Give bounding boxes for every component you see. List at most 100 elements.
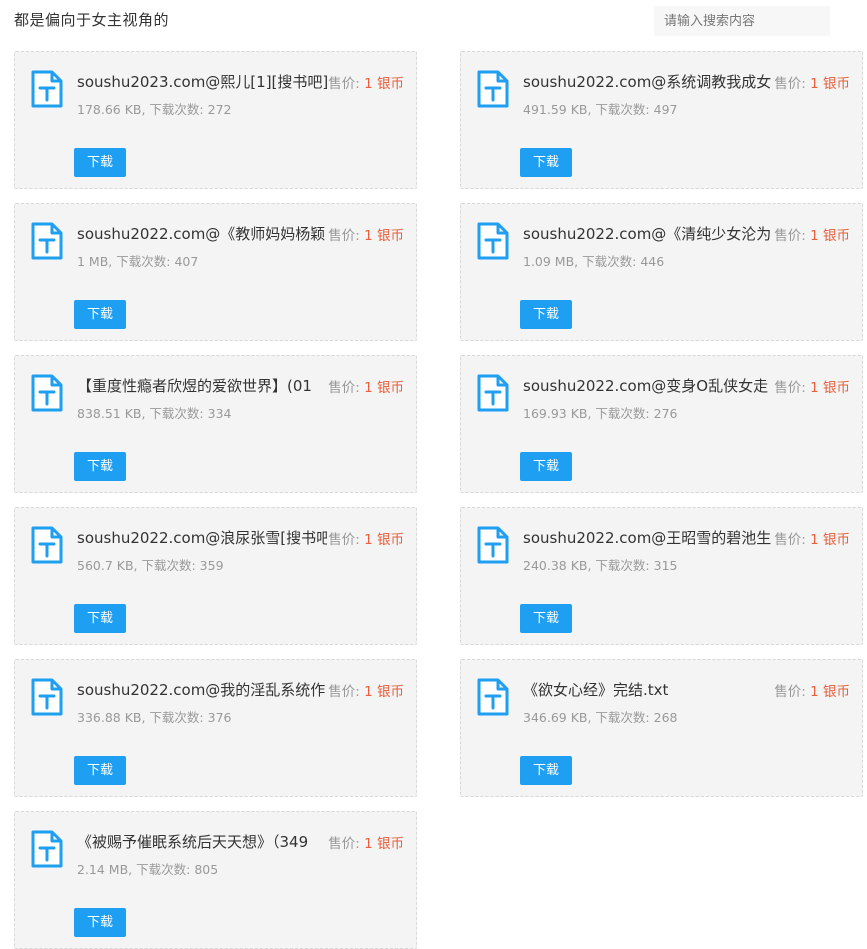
price: 售价: 1 银币 — [774, 680, 850, 700]
download-button[interactable]: 下载 — [74, 148, 126, 177]
price-amount: 1 银币 — [810, 532, 850, 548]
price: 售价: 1 银币 — [774, 224, 850, 244]
file-name[interactable]: soushu2022.com@《教师妈妈杨颖 — [77, 223, 327, 245]
download-count: 315 — [653, 558, 678, 573]
price-amount: 1 银币 — [810, 684, 850, 700]
file-size: 346.69 KB — [523, 710, 588, 725]
downloads-label: , 下载次数: — [574, 254, 641, 269]
file-meta: 1.09 MB, 下载次数: 446 — [523, 251, 664, 270]
downloads-label: , 下载次数: — [587, 558, 654, 573]
file-name[interactable]: 【重度性瘾者欣煜的爱欲世界】(01 — [77, 375, 327, 397]
download-count: 334 — [207, 406, 232, 421]
download-count: 276 — [653, 406, 678, 421]
downloads-label: , 下载次数: — [587, 102, 654, 117]
price-amount: 1 银币 — [810, 228, 850, 244]
download-button[interactable]: 下载 — [74, 756, 126, 785]
downloads-label: , 下载次数: — [587, 710, 654, 725]
top-bar: 都是偏向于女主视角的 — [0, 0, 867, 42]
text-file-icon — [477, 526, 509, 564]
file-card: soushu2022.com@《清纯少女沦为 1.09 MB, 下载次数: 446… — [460, 203, 863, 341]
price: 售价: 1 银币 — [774, 528, 850, 548]
file-name[interactable]: soushu2022.com@我的淫乱系统作 — [77, 679, 327, 701]
file-name[interactable]: 《被赐予催眠系统后天天想》（349 — [77, 831, 327, 853]
download-count: 407 — [174, 254, 199, 269]
file-size: 491.59 KB — [523, 102, 588, 117]
file-card: soushu2022.com@王昭雪的碧池生 240.38 KB, 下载次数: 3… — [460, 507, 863, 645]
downloads-label: , 下载次数: — [141, 406, 208, 421]
file-name[interactable]: soushu2023.com@熙儿[1][搜书吧] — [77, 71, 327, 93]
download-button[interactable]: 下载 — [520, 604, 572, 633]
price: 售价: 1 银币 — [774, 376, 850, 396]
text-file-icon — [31, 374, 63, 412]
file-name[interactable]: soushu2022.com@系统调教我成女 — [523, 71, 773, 93]
file-meta: 336.88 KB, 下载次数: 376 — [77, 707, 231, 726]
price-amount: 1 银币 — [810, 76, 850, 92]
page-title: 都是偏向于女主视角的 — [14, 11, 170, 29]
file-card: soushu2022.com@《教师妈妈杨颖 1 MB, 下载次数: 407 售价:… — [14, 203, 417, 341]
download-button[interactable]: 下载 — [520, 756, 572, 785]
file-meta: 1 MB, 下载次数: 407 — [77, 251, 198, 270]
download-count: 272 — [207, 102, 232, 117]
price-label: 售价: — [328, 228, 365, 244]
price-label: 售价: — [774, 532, 811, 548]
file-name[interactable]: 《欲女心经》完结.txt — [523, 679, 773, 701]
price-label: 售价: — [328, 76, 365, 92]
download-button[interactable]: 下载 — [520, 300, 572, 329]
file-size: 1 MB — [77, 254, 109, 269]
file-card: soushu2022.com@我的淫乱系统作 336.88 KB, 下载次数: 3… — [14, 659, 417, 797]
file-name[interactable]: soushu2022.com@变身O乱侠女走 — [523, 375, 773, 397]
download-count: 376 — [207, 710, 232, 725]
price-label: 售价: — [774, 228, 811, 244]
price-label: 售价: — [328, 836, 365, 852]
price-amount: 1 银币 — [364, 76, 404, 92]
price-amount: 1 银币 — [810, 380, 850, 396]
text-file-icon — [477, 222, 509, 260]
download-count: 497 — [653, 102, 678, 117]
file-size: 2.14 MB — [77, 862, 129, 877]
download-button[interactable]: 下载 — [74, 604, 126, 633]
file-meta: 2.14 MB, 下载次数: 805 — [77, 859, 218, 878]
file-size: 240.38 KB — [523, 558, 588, 573]
price-label: 售价: — [328, 684, 365, 700]
downloads-label: , 下载次数: — [128, 862, 195, 877]
text-file-icon — [31, 222, 63, 260]
downloads-label: , 下载次数: — [133, 558, 200, 573]
price: 售价: 1 银币 — [774, 72, 850, 92]
price-amount: 1 银币 — [364, 228, 404, 244]
download-button[interactable]: 下载 — [520, 148, 572, 177]
file-card: soushu2022.com@系统调教我成女 491.59 KB, 下载次数: 4… — [460, 51, 863, 189]
downloads-label: , 下载次数: — [141, 102, 208, 117]
file-size: 838.51 KB — [77, 406, 142, 421]
file-size: 178.66 KB — [77, 102, 142, 117]
text-file-icon — [477, 374, 509, 412]
price-label: 售价: — [774, 380, 811, 396]
search-input[interactable] — [654, 6, 830, 36]
file-card: 《被赐予催眠系统后天天想》（349 2.14 MB, 下载次数: 805 售价: 1… — [14, 811, 417, 949]
price: 售价: 1 银币 — [328, 224, 404, 244]
price-amount: 1 银币 — [364, 684, 404, 700]
file-meta: 838.51 KB, 下载次数: 334 — [77, 403, 231, 422]
file-card: soushu2022.com@变身O乱侠女走 169.93 KB, 下载次数: 2… — [460, 355, 863, 493]
download-count: 359 — [199, 558, 224, 573]
file-name[interactable]: soushu2022.com@王昭雪的碧池生 — [523, 527, 773, 549]
text-file-icon — [477, 678, 509, 716]
download-button[interactable]: 下载 — [74, 908, 126, 937]
file-meta: 178.66 KB, 下载次数: 272 — [77, 99, 231, 118]
price: 售价: 1 银币 — [328, 832, 404, 852]
downloads-label: , 下载次数: — [108, 254, 175, 269]
download-button[interactable]: 下载 — [74, 452, 126, 481]
price: 售价: 1 银币 — [328, 376, 404, 396]
file-meta: 169.93 KB, 下载次数: 276 — [523, 403, 677, 422]
text-file-icon — [31, 526, 63, 564]
price-label: 售价: — [328, 380, 365, 396]
download-count: 268 — [653, 710, 678, 725]
file-meta: 240.38 KB, 下载次数: 315 — [523, 555, 677, 574]
download-button[interactable]: 下载 — [74, 300, 126, 329]
file-name[interactable]: soushu2022.com@《清纯少女沦为 — [523, 223, 773, 245]
file-card: soushu2022.com@浪尿张雪[搜书吧 560.7 KB, 下载次数: 3… — [14, 507, 417, 645]
file-name[interactable]: soushu2022.com@浪尿张雪[搜书吧 — [77, 527, 327, 549]
file-size: 1.09 MB — [523, 254, 575, 269]
download-count: 805 — [194, 862, 219, 877]
file-size: 336.88 KB — [77, 710, 142, 725]
download-button[interactable]: 下载 — [520, 452, 572, 481]
